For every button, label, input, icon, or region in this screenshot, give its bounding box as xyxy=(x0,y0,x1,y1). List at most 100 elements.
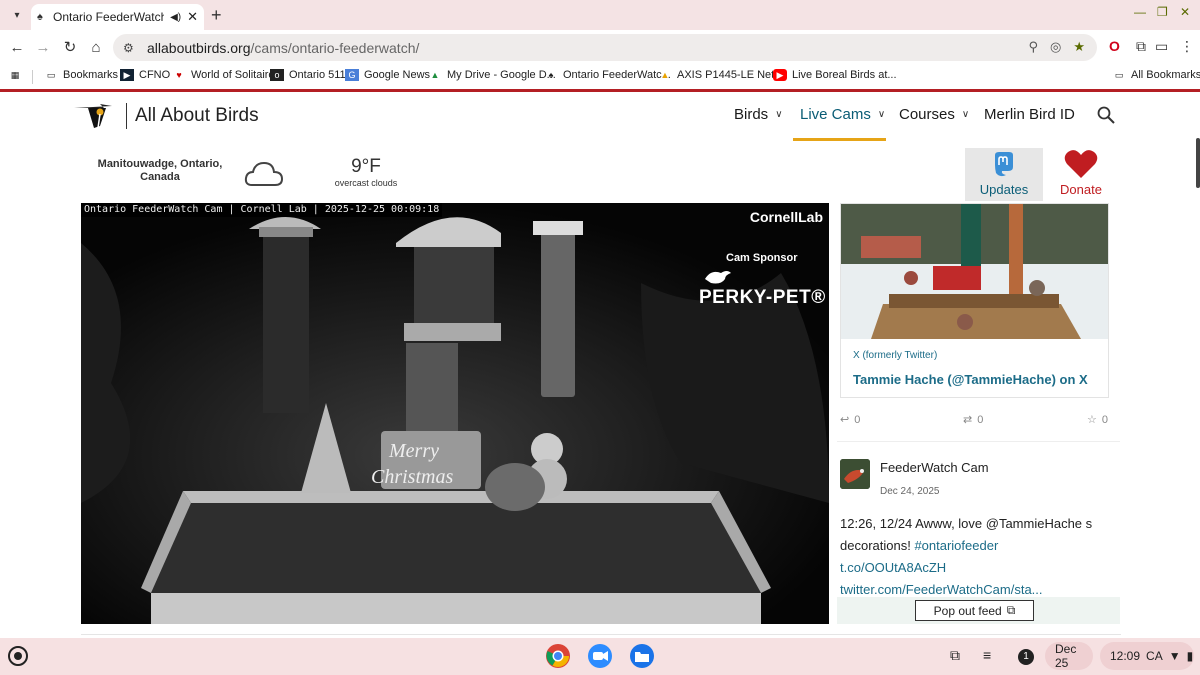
close-tab-icon[interactable]: ✕ xyxy=(187,9,198,25)
bookmark-solitaire[interactable]: ♥ World of Solitaire xyxy=(172,69,275,81)
tab-title: Ontario FeederWatch Cam xyxy=(53,10,165,24)
cards-icon: ♥ xyxy=(176,70,182,80)
home-icon[interactable]: ⌂ xyxy=(86,37,106,57)
pop-out-feed-button[interactable]: Pop out feed ⧉ xyxy=(915,600,1034,621)
post-author[interactable]: FeederWatch Cam xyxy=(880,460,989,475)
tracking-protection-icon[interactable]: ◎ xyxy=(1050,39,1061,55)
extensions-icon[interactable]: ⧉ xyxy=(1136,38,1146,55)
bookmark-folder[interactable]: ▭ Bookmarks xyxy=(44,69,118,81)
shelf-region: CA xyxy=(1146,649,1163,663)
zoom-app-icon[interactable] xyxy=(587,643,613,669)
reply-button[interactable]: ↩ 0 xyxy=(840,413,860,427)
speaker-icon[interactable]: ◀) xyxy=(170,12,181,23)
repost-button[interactable]: ⇄ 0 xyxy=(963,413,983,427)
nav-merlin[interactable]: Merlin Bird ID xyxy=(984,106,1075,123)
live-cam-video[interactable]: Merry Christmas Ontario FeederWatch Cam … xyxy=(81,203,829,624)
menu-icon[interactable]: ⋮ xyxy=(1180,38,1194,55)
active-nav-indicator xyxy=(793,138,886,141)
cornell-bird-logo-icon xyxy=(74,102,120,130)
all-bookmarks-label: All Bookmarks xyxy=(1131,69,1200,81)
launcher-icon[interactable] xyxy=(8,646,28,666)
card-link[interactable]: Tammie Hache (@TammieHache) on X xyxy=(853,372,1088,387)
restore-icon[interactable]: ❐ xyxy=(1157,5,1168,19)
search-icon[interactable] xyxy=(1097,106,1115,129)
link-preview-card[interactable]: X (formerly Twitter) Tammie Hache (@Tamm… xyxy=(840,203,1109,398)
bookmark-boreal[interactable]: ▶ Live Boreal Birds at... xyxy=(773,69,897,81)
favourite-button[interactable]: ☆ 0 xyxy=(1087,413,1108,427)
folder-icon: ▭ xyxy=(46,69,56,80)
date-pill[interactable]: Dec 25 xyxy=(1045,642,1093,670)
bookmark-cfno[interactable]: ▶ CFNO xyxy=(120,69,170,81)
avatar[interactable] xyxy=(840,459,870,489)
opera-extension-icon[interactable]: O xyxy=(1109,38,1120,54)
side-panel-icon[interactable]: ▭ xyxy=(1155,38,1168,55)
page-scrollbar[interactable] xyxy=(1196,138,1200,188)
weather-condition: overcast clouds xyxy=(334,178,398,188)
browser-tab[interactable]: ♠ Ontario FeederWatch Cam ◀) ✕ xyxy=(31,4,204,30)
browser-toolbar: ← → ↻ ⌂ ⚙ allaboutbirds.org /cams/ontari… xyxy=(0,30,1200,64)
nav-label: Live Cams xyxy=(800,106,871,123)
address-bar[interactable]: ⚙ allaboutbirds.org /cams/ontario-feeder… xyxy=(113,34,1097,61)
forward-icon[interactable]: → xyxy=(33,37,53,57)
updates-button[interactable]: Updates xyxy=(965,148,1043,201)
perky-pet-bird-icon xyxy=(705,271,731,284)
bookmark-label: My Drive - Google D... xyxy=(447,69,556,81)
bookmarks-bar: ▦ ▭ Bookmarks ▶ CFNO ♥ World of Solitaire o… xyxy=(0,64,1200,89)
all-bookmarks[interactable]: ▭ All Bookmarks xyxy=(1112,69,1200,81)
bookmark-feederwatch[interactable]: ♠ Ontario FeederWatc... xyxy=(544,69,671,81)
cloud-icon xyxy=(244,159,284,192)
bookmark-label: Ontario 511 xyxy=(289,69,346,81)
hashtag-link[interactable]: #ontariofeeder xyxy=(914,538,998,553)
bookmark-star-icon[interactable]: ★ xyxy=(1073,39,1085,55)
updates-label: Updates xyxy=(979,182,1029,197)
notification-badge[interactable]: 1 xyxy=(1018,649,1034,665)
cam-timestamp-overlay: Ontario FeederWatch Cam | Cornell Lab | … xyxy=(81,203,443,217)
nav-label: Courses xyxy=(899,106,955,123)
nav-courses[interactable]: Courses ∨ xyxy=(899,106,969,123)
back-icon[interactable]: ← xyxy=(7,37,27,57)
donate-button[interactable]: Donate xyxy=(1043,148,1119,201)
cam-location: Manitouwadge, Ontario, Canada xyxy=(97,158,223,183)
nav-birds[interactable]: Birds ∨ xyxy=(734,106,783,123)
files-icon[interactable] xyxy=(629,643,655,669)
bookmark-label: World of Solitaire xyxy=(191,69,275,81)
url-path: /cams/ontario-feederwatch/ xyxy=(250,39,420,56)
shelf-date: Dec 25 xyxy=(1055,642,1077,670)
new-tab-button[interactable]: + xyxy=(211,5,222,26)
ontario-icon: o xyxy=(270,69,284,81)
cornell-favicon-icon: ♠ xyxy=(37,11,43,23)
chevron-down-icon: ∨ xyxy=(877,109,886,120)
tab-search-chevron-icon[interactable]: ▾ xyxy=(6,4,28,26)
screen-capture-icon[interactable]: ⧉ xyxy=(950,647,960,664)
site-info-icon[interactable]: ⚙ xyxy=(123,41,141,55)
logo-text: All About Birds xyxy=(135,105,259,126)
apps-grid-icon[interactable]: ▦ xyxy=(8,69,27,81)
status-area[interactable]: 12:09 CA ▼ ▮ xyxy=(1100,642,1194,670)
preview-image xyxy=(841,204,1108,339)
minimize-icon[interactable]: — xyxy=(1134,5,1146,19)
chrome-icon[interactable] xyxy=(545,643,571,669)
site-header: All About Birds Birds ∨ Live Cams ∨ Course… xyxy=(0,92,1200,142)
bookmark-ontario511[interactable]: o Ontario 511 xyxy=(270,69,346,81)
cornell-icon: ♠ xyxy=(548,70,554,80)
clipboard-icon[interactable]: ≡ xyxy=(983,647,991,663)
card-source: X (formerly Twitter) xyxy=(853,350,938,361)
external-link-icon: ⧉ xyxy=(1006,603,1016,617)
nav-live-cams[interactable]: Live Cams ∨ xyxy=(800,106,885,123)
short-link[interactable]: t.co/OOUtA8AcZH xyxy=(840,560,946,575)
reload-icon[interactable]: ↻ xyxy=(60,37,80,57)
social-feed[interactable]: X (formerly Twitter) Tammie Hache (@Tamm… xyxy=(837,203,1120,624)
twitter-link[interactable]: twitter.com/FeederWatchCam/sta... xyxy=(840,582,1043,597)
close-window-icon[interactable]: ✕ xyxy=(1180,5,1190,19)
zoom-icon[interactable]: ⚲ xyxy=(1028,39,1038,55)
shelf-time: 12:09 xyxy=(1110,649,1141,663)
mastodon-icon xyxy=(995,152,1013,177)
all-about-birds-logo[interactable]: All About Birds xyxy=(74,102,259,130)
bookmark-google-news[interactable]: G Google News xyxy=(345,69,430,81)
bookmark-drive[interactable]: ▲ My Drive - Google D... xyxy=(428,69,556,81)
battery-icon: ▮ xyxy=(1186,649,1194,663)
bookmark-label: Ontario FeederWatc... xyxy=(563,69,671,81)
bookmark-axis[interactable]: ▲ AXIS P1445-LE Net... xyxy=(658,69,784,81)
post-date[interactable]: Dec 24, 2025 xyxy=(880,486,940,497)
repost-icon: ⇄ xyxy=(963,414,973,426)
